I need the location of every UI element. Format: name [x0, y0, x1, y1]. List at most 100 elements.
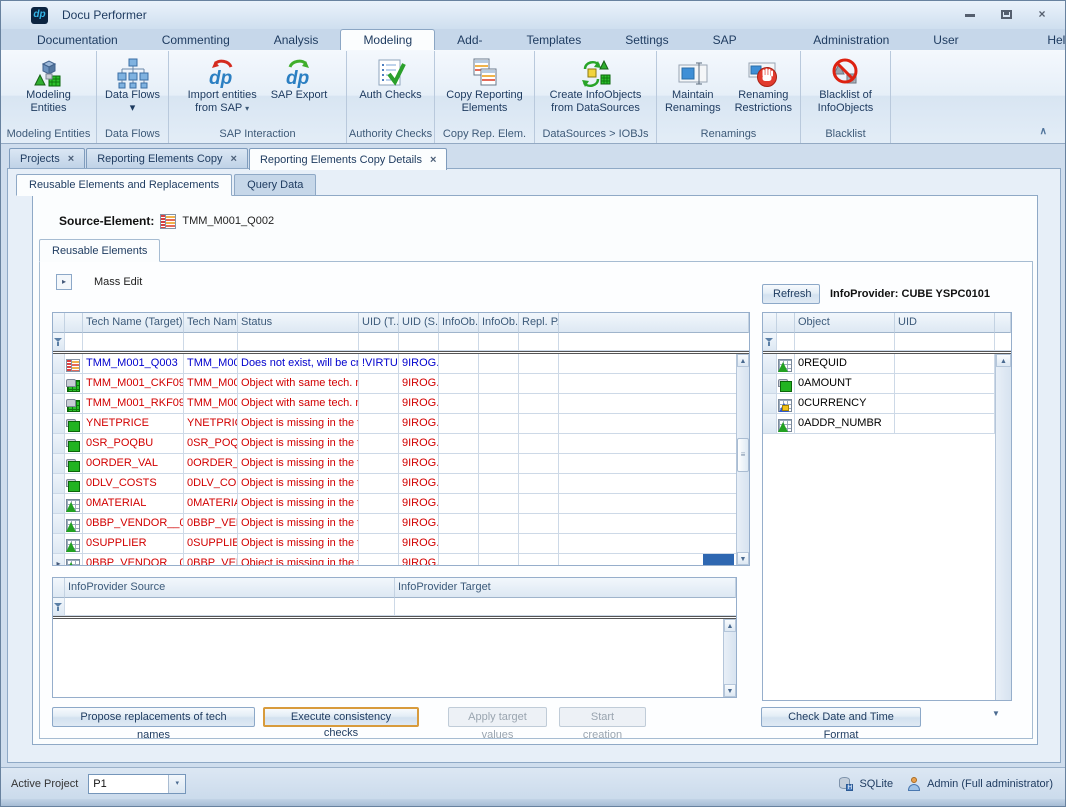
cell-uid-source[interactable]: 9IROG... — [399, 374, 439, 394]
cell-uid-target[interactable] — [359, 514, 399, 534]
row-indicator[interactable] — [53, 374, 65, 394]
cell-uid-source[interactable]: 9IROG... — [399, 354, 439, 374]
table-row[interactable]: 0SUPPLIER0SUPPLIERObject is missing in t… — [53, 534, 749, 554]
menu-tab-templates-and-variants[interactable]: Templates and Variants — [505, 29, 604, 50]
mass-edit-expander-button[interactable]: ▸ — [56, 274, 72, 290]
column-header[interactable]: UID (S... — [399, 313, 439, 333]
column-header[interactable] — [995, 313, 1011, 333]
cell-uid-source[interactable]: 9IROG... — [399, 494, 439, 514]
selected-cell[interactable] — [703, 554, 734, 565]
cell-status[interactable]: Object is missing in the target... — [238, 454, 359, 474]
cell-status[interactable]: Object is missing in the target... — [238, 414, 359, 434]
table-row[interactable]: 0MATERIAL0MATERIALObject is missing in t… — [53, 494, 749, 514]
column-header[interactable]: Tech Name (Target) — [83, 313, 184, 333]
cell-status[interactable]: Object is missing in the target... — [238, 474, 359, 494]
cell-status[interactable]: Object with same tech. name... — [238, 394, 359, 414]
cell-repl[interactable] — [519, 474, 559, 494]
row-indicator[interactable] — [53, 474, 65, 494]
cell-uid[interactable] — [895, 414, 995, 434]
cell-infoobject[interactable] — [479, 474, 519, 494]
cell-tech-name-target[interactable]: 0SR_POQBU — [83, 434, 184, 454]
cell-infoobject[interactable] — [439, 514, 479, 534]
cell-uid-target[interactable] — [359, 474, 399, 494]
cell-infoobject[interactable] — [479, 494, 519, 514]
minimize-button[interactable] — [959, 7, 981, 23]
cell-uid-target[interactable] — [359, 534, 399, 554]
cell-tech-name-target[interactable]: 0BBP_VENDOR__0COUN — [83, 514, 184, 534]
cell-tech-name[interactable]: TMM_M001... — [184, 394, 238, 414]
cell-tech-name-target[interactable]: TMM_M001_CKF099 — [83, 374, 184, 394]
column-header[interactable]: InfoProvider Target — [395, 578, 736, 598]
scroll-up-icon[interactable]: ▲ — [996, 354, 1011, 367]
column-header[interactable]: InfoOb... — [439, 313, 479, 333]
cell-tech-name[interactable]: 0ORDER_V... — [184, 454, 238, 474]
create-infoobjects-button[interactable]: Create InfoObjects from DataSources — [544, 55, 648, 117]
column-header[interactable] — [65, 313, 83, 333]
menu-tab-analysis[interactable]: Analysis — [252, 29, 341, 50]
cell-uid-source[interactable]: 9IROG... — [399, 514, 439, 534]
cell-status[interactable]: Object is missing in the target... — [238, 554, 359, 565]
cell-object[interactable]: 0ADDR_NUMBR — [795, 414, 895, 434]
row-indicator[interactable] — [53, 394, 65, 414]
cell-infoobject[interactable] — [439, 474, 479, 494]
menu-tab-sap-integration[interactable]: SAP Integration — [691, 29, 792, 50]
menu-tab-documentation[interactable]: Documentation — [15, 29, 140, 50]
cell-uid-source[interactable]: 9IROG... — [399, 534, 439, 554]
menu-tab-modeling[interactable]: Modeling — [340, 29, 435, 50]
scrollbar-thumb[interactable]: ≡ — [737, 438, 749, 472]
column-header[interactable] — [559, 313, 749, 333]
cell-status[interactable]: Does not exist, will be created — [238, 354, 359, 374]
auth-checks-button[interactable]: Auth Checks — [353, 55, 427, 104]
cell-infoobject[interactable] — [479, 554, 519, 565]
row-indicator[interactable]: ▸ — [53, 554, 65, 565]
table-row[interactable]: 0ORDER_VAL0ORDER_V...Object is missing i… — [53, 454, 749, 474]
table-row[interactable]: YNETPRICEYNETPRICEObject is missing in t… — [53, 414, 749, 434]
cell-repl[interactable] — [519, 554, 559, 565]
cell-infoobject[interactable] — [439, 454, 479, 474]
cell-tech-name-target[interactable]: 0ORDER_VAL — [83, 454, 184, 474]
row-indicator[interactable] — [763, 414, 777, 434]
sap-export-button[interactable]: dp SAP Export — [265, 55, 334, 104]
tab-reusable-elements-and-replacements[interactable]: Reusable Elements and Replacements — [16, 174, 232, 196]
cell-repl[interactable] — [519, 394, 559, 414]
column-header[interactable] — [53, 313, 65, 333]
renaming-restrictions-button[interactable]: Renaming Restrictions — [729, 55, 798, 117]
cell-infoobject[interactable] — [439, 534, 479, 554]
restore-button[interactable] — [995, 7, 1017, 23]
column-header[interactable]: Object — [795, 313, 895, 333]
active-project-combobox[interactable]: P1 ▾ — [88, 774, 186, 794]
cell-uid-source[interactable]: 9IROG... — [399, 394, 439, 414]
row-indicator[interactable] — [763, 354, 777, 374]
cell-infoobject[interactable] — [439, 414, 479, 434]
cell-uid-source[interactable]: 9IROG... — [399, 474, 439, 494]
column-header[interactable]: Repl. P... — [519, 313, 559, 333]
row-indicator[interactable] — [53, 494, 65, 514]
scroll-up-icon[interactable]: ▲ — [737, 354, 749, 367]
cell-uid-target[interactable] — [359, 414, 399, 434]
cell-uid-target[interactable] — [359, 394, 399, 414]
row-indicator[interactable] — [763, 394, 777, 414]
cell-tech-name-target[interactable]: 0SUPPLIER — [83, 534, 184, 554]
table-row[interactable]: 0CURRENCY — [763, 394, 1011, 414]
cell-repl[interactable] — [519, 494, 559, 514]
blacklist-infoobjects-button[interactable]: Blacklist of InfoObjects — [812, 55, 880, 117]
cell-infoobject[interactable] — [439, 554, 479, 565]
cell-uid-source[interactable]: 9IROG... — [399, 414, 439, 434]
table-row[interactable]: 0REQUID — [763, 354, 1011, 374]
row-indicator[interactable] — [763, 374, 777, 394]
cell-infoobject[interactable] — [439, 494, 479, 514]
scroll-down-icon[interactable]: ▼ — [724, 684, 736, 697]
cell-uid-target[interactable]: !VIRTU... — [359, 354, 399, 374]
close-button[interactable]: × — [1031, 7, 1053, 23]
filter-row[interactable] — [763, 333, 1011, 354]
cell-uid-source[interactable]: 9IROG... — [399, 434, 439, 454]
cell-infoobject[interactable] — [439, 374, 479, 394]
cell-uid[interactable] — [895, 394, 995, 414]
doc-tab-projects[interactable]: Projects× — [9, 148, 85, 169]
tab-query-data[interactable]: Query Data — [234, 174, 316, 196]
scroll-down-icon[interactable]: ▼ — [992, 709, 1000, 718]
vertical-scrollbar[interactable]: ▲ ≡ ▼ — [736, 354, 749, 565]
column-header[interactable]: InfoOb... — [479, 313, 519, 333]
cell-uid-source[interactable]: 9IROG... — [399, 554, 439, 565]
filter-row[interactable] — [53, 333, 749, 354]
